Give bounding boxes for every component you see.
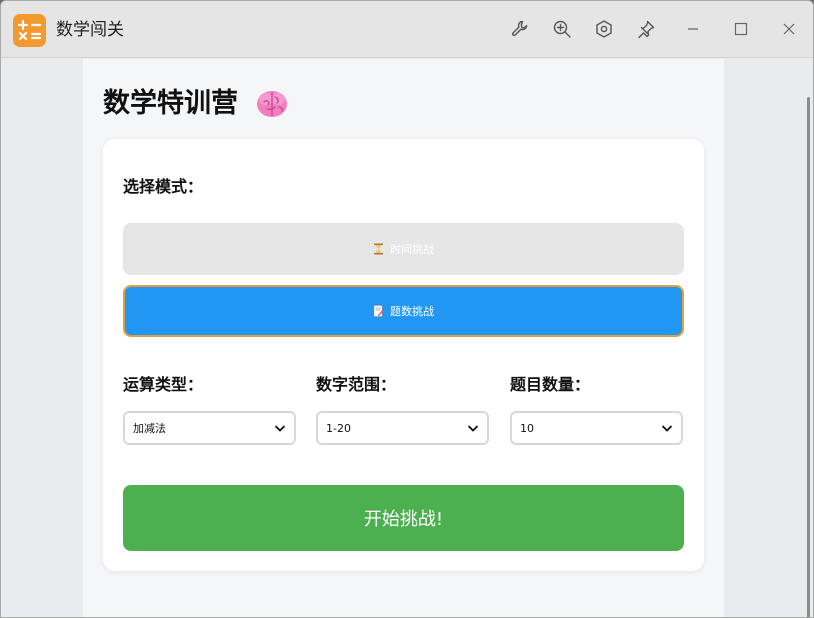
settings-card: 选择模式： 时间挑战 题数挑战 运算类型： 数字范围： 题目数量： 加减法 1-… bbox=[103, 139, 704, 571]
hourglass-icon bbox=[373, 243, 384, 255]
question-count-challenge-label: 题数挑战 bbox=[390, 305, 434, 318]
number-range-select[interactable]: 1-20 bbox=[316, 411, 489, 445]
page-title: 数学特训营 bbox=[103, 88, 238, 119]
operation-type-select[interactable]: 加减法 bbox=[123, 411, 296, 445]
number-range-value: 1-20 bbox=[326, 421, 351, 435]
wrench-icon[interactable] bbox=[506, 15, 534, 43]
chevron-down-icon bbox=[661, 425, 673, 432]
settings-icon[interactable] bbox=[590, 15, 618, 43]
zoom-in-icon[interactable] bbox=[548, 15, 576, 43]
maximize-icon[interactable] bbox=[727, 15, 755, 43]
question-count-challenge-button[interactable]: 题数挑战 bbox=[123, 285, 684, 337]
content-area: 数学特训营 选择模式： 时间挑战 题数挑战 运算类型： 数字范围： 题目数量： … bbox=[1, 59, 813, 617]
start-challenge-button[interactable]: 开始挑战! bbox=[123, 485, 684, 551]
operation-type-value: 加减法 bbox=[133, 422, 166, 435]
window-title: 数学闯关 bbox=[56, 20, 124, 40]
pin-icon[interactable] bbox=[632, 15, 660, 43]
operation-type-label: 运算类型： bbox=[123, 375, 204, 394]
question-count-value: 10 bbox=[520, 421, 534, 435]
title-bar: 数学闯关 bbox=[1, 1, 813, 58]
memo-icon bbox=[373, 305, 384, 317]
scrollbar[interactable] bbox=[803, 59, 813, 617]
time-challenge-button[interactable]: 时间挑战 bbox=[123, 223, 684, 275]
app-window: 数学闯关 数学特训营 选择模式： 时间挑战 题数挑战 运算类型： 数字范围： 题… bbox=[0, 0, 814, 618]
question-count-label: 题目数量： bbox=[510, 375, 591, 394]
chevron-down-icon bbox=[467, 425, 479, 432]
chevron-down-icon bbox=[274, 425, 286, 432]
brain-icon bbox=[255, 89, 289, 119]
mode-label: 选择模式： bbox=[123, 177, 204, 196]
calculator-icon bbox=[13, 14, 46, 47]
time-challenge-label: 时间挑战 bbox=[390, 243, 434, 256]
main-page: 数学特训营 选择模式： 时间挑战 题数挑战 运算类型： 数字范围： 题目数量： … bbox=[83, 59, 724, 617]
number-range-label: 数字范围： bbox=[316, 375, 397, 394]
close-icon[interactable] bbox=[775, 15, 803, 43]
question-count-select[interactable]: 10 bbox=[510, 411, 683, 445]
scrollbar-thumb[interactable] bbox=[807, 97, 810, 617]
minimize-icon[interactable] bbox=[679, 15, 707, 43]
